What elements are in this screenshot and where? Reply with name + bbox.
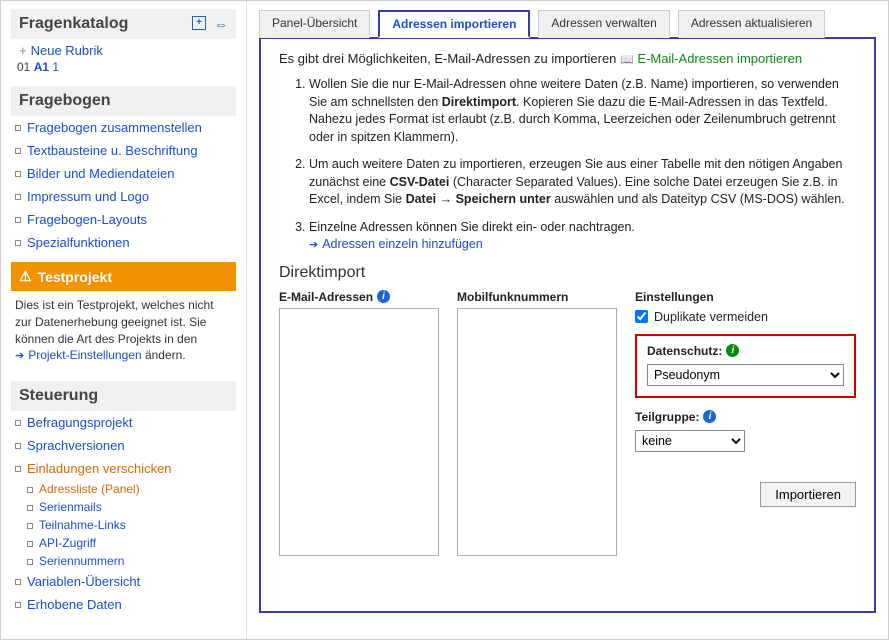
sidebar-item[interactable]: Fragebogen-Layouts (11, 208, 236, 231)
sidebar-item[interactable]: Erhobene Daten (11, 593, 236, 616)
sidebar-item-active[interactable]: Einladungen verschicken (11, 457, 236, 480)
teilgruppe-label: Teilgruppe: i (635, 410, 856, 424)
sidebar: Fragenkatalog + ⇔ + Neue Rubrik 01 A1 1 F… (1, 1, 247, 639)
square-bullet-icon (27, 487, 33, 493)
direct-import-heading: Direktimport (279, 264, 856, 282)
tab-panel-body: Es gibt drei Möglichkeiten, E-Mail-Adres… (259, 39, 876, 613)
square-bullet-icon (15, 466, 21, 472)
duplicates-row: Duplikate vermeiden (635, 310, 856, 324)
add-page-icon[interactable]: + (192, 16, 206, 30)
tabs: Panel-Übersicht Adressen importieren Adr… (259, 9, 876, 39)
square-bullet-icon (27, 559, 33, 565)
import-button[interactable]: Importieren (760, 482, 856, 507)
project-settings-link[interactable]: Projekt-Einstellungen (15, 348, 142, 362)
square-bullet-icon (15, 194, 21, 200)
datenschutz-highlight-box: Datenschutz: i Pseudonym (635, 334, 856, 398)
help-icon[interactable]: i (377, 290, 390, 303)
import-help-link[interactable]: E-Mail-Adressen importieren (637, 51, 802, 66)
new-rubric-label: Neue Rubrik (31, 43, 103, 58)
help-icon[interactable]: i (726, 344, 739, 357)
phone-textarea[interactable] (457, 308, 617, 556)
main-content: Panel-Übersicht Adressen importieren Adr… (247, 1, 888, 639)
sidebar-item[interactable]: Fragebogen zusammenstellen (11, 116, 236, 139)
banner-title: Testprojekt (38, 269, 112, 285)
split-view-icon[interactable]: ⇔ (214, 16, 228, 32)
square-bullet-icon (15, 217, 21, 223)
sidebar-subitem[interactable]: Adressliste (Panel) (27, 480, 236, 498)
plus-icon: + (19, 43, 27, 58)
new-rubric-link[interactable]: + Neue Rubrik (11, 39, 236, 60)
settings-heading: Einstellungen (635, 290, 856, 304)
warning-icon (19, 268, 32, 285)
test-project-banner: Testprojekt (11, 262, 236, 291)
list-item: Wollen Sie die nur E-Mail-Adressen ohne … (309, 76, 856, 146)
square-bullet-icon (15, 602, 21, 608)
section-title: Fragebogen (19, 92, 111, 110)
tab-manage-addresses[interactable]: Adressen verwalten (538, 10, 669, 38)
catalog-entry[interactable]: 01 A1 1 (11, 60, 236, 78)
sidebar-item[interactable]: Spezialfunktionen (11, 231, 236, 254)
section-steuerung-header: Steuerung (11, 381, 236, 411)
square-bullet-icon (15, 125, 21, 131)
sidebar-subitem[interactable]: Seriennummern (27, 552, 236, 570)
datenschutz-label: Datenschutz: i (647, 344, 844, 358)
sidebar-item[interactable]: Befragungsprojekt (11, 411, 236, 434)
datenschutz-select[interactable]: Pseudonym (647, 364, 844, 386)
email-column: E-Mail-Adressen i (279, 290, 439, 556)
avoid-duplicates-label: Duplikate vermeiden (654, 310, 768, 324)
tab-import-addresses[interactable]: Adressen importieren (378, 10, 530, 38)
settings-column: Einstellungen Duplikate vermeiden Datens… (635, 290, 856, 556)
list-item: Um auch weitere Daten zu importieren, er… (309, 156, 856, 209)
section-title: Steuerung (19, 387, 98, 405)
book-icon: 📖 (620, 54, 634, 66)
test-project-description: Dies ist ein Testprojekt, welches nicht … (11, 291, 236, 373)
help-icon[interactable]: i (703, 410, 716, 423)
square-bullet-icon (15, 171, 21, 177)
square-bullet-icon (27, 541, 33, 547)
phone-column: Mobilfunknummern (457, 290, 617, 556)
email-textarea[interactable] (279, 308, 439, 556)
section-title: Fragenkatalog (19, 15, 128, 33)
sidebar-item[interactable]: Impressum und Logo (11, 185, 236, 208)
sidebar-subitem[interactable]: Teilnahme-Links (27, 516, 236, 534)
import-options-list: Wollen Sie die nur E-Mail-Adressen ohne … (309, 76, 856, 254)
square-bullet-icon (15, 579, 21, 585)
tab-update-addresses[interactable]: Adressen aktualisieren (678, 10, 825, 38)
avoid-duplicates-checkbox[interactable] (635, 310, 648, 323)
teilgruppe-select[interactable]: keine (635, 430, 745, 452)
sidebar-subitem[interactable]: Serienmails (27, 498, 236, 516)
sidebar-item[interactable]: Bilder und Mediendateien (11, 162, 236, 185)
sidebar-item[interactable]: Textbausteine u. Beschriftung (11, 139, 236, 162)
section-fragebogen-header: Fragebogen (11, 86, 236, 116)
sidebar-item[interactable]: Sprachversionen (11, 434, 236, 457)
square-bullet-icon (27, 523, 33, 529)
list-item: Einzelne Adressen können Sie direkt ein-… (309, 219, 856, 254)
sidebar-item[interactable]: Variablen-Übersicht (11, 570, 236, 593)
square-bullet-icon (27, 505, 33, 511)
direct-import-form: E-Mail-Adressen i Mobilfunknummern Einst… (279, 290, 856, 556)
section-fragenkatalog-header: Fragenkatalog + ⇔ (11, 9, 236, 39)
square-bullet-icon (15, 420, 21, 426)
tab-panel-overview[interactable]: Panel-Übersicht (259, 10, 370, 38)
square-bullet-icon (15, 240, 21, 246)
email-label: E-Mail-Adressen i (279, 290, 439, 304)
square-bullet-icon (15, 148, 21, 154)
sidebar-subitem[interactable]: API-Zugriff (27, 534, 236, 552)
square-bullet-icon (15, 443, 21, 449)
phone-label: Mobilfunknummern (457, 290, 617, 304)
intro-text: Es gibt drei Möglichkeiten, E-Mail-Adres… (279, 51, 856, 66)
add-single-address-link[interactable]: Adressen einzeln hinzufügen (309, 237, 483, 251)
